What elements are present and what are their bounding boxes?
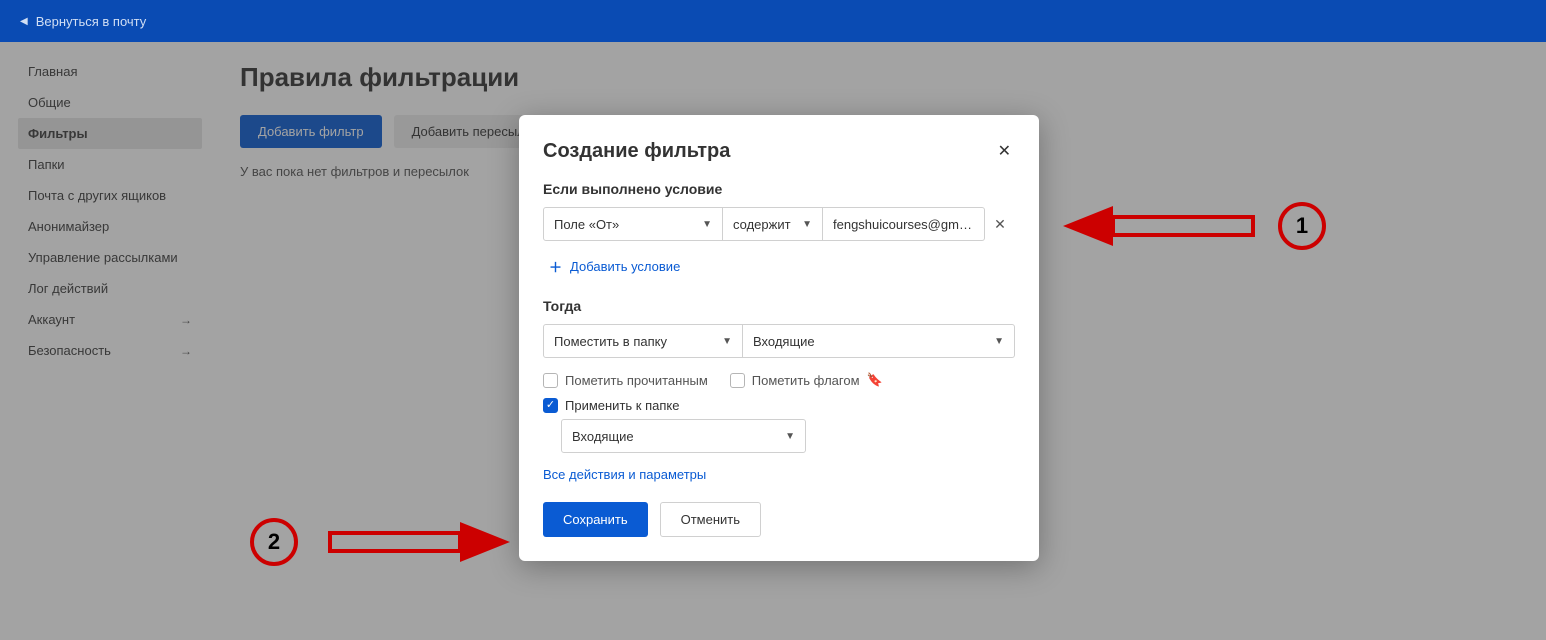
- condition-row: Поле «От»▼ содержит▼ fengshuicourses@gma…: [543, 207, 1015, 241]
- cancel-button[interactable]: Отменить: [660, 502, 761, 537]
- checkbox-checked-icon: ✓: [543, 398, 558, 413]
- chevron-down-icon: ▼: [785, 431, 795, 442]
- chevron-down-icon: ▼: [802, 219, 812, 230]
- checkbox-icon: [543, 373, 558, 388]
- chevron-down-icon: ▼: [722, 336, 732, 347]
- then-action-select[interactable]: Поместить в папку▼: [543, 324, 743, 358]
- all-actions-link[interactable]: Все действия и параметры: [543, 467, 706, 482]
- apply-folder-select[interactable]: Входящие▼: [561, 419, 806, 453]
- checkbox-icon: [730, 373, 745, 388]
- remove-condition-icon[interactable]: ✕: [985, 216, 1015, 233]
- condition-field-select[interactable]: Поле «От»▼: [543, 207, 723, 241]
- chevron-left-icon: ◀: [20, 16, 28, 27]
- add-condition-button[interactable]: ＋ Добавить условие: [543, 253, 686, 280]
- then-folder-select[interactable]: Входящие▼: [743, 324, 1015, 358]
- flag-checkbox[interactable]: Пометить флагом 🔖: [730, 372, 883, 388]
- back-to-mail-link[interactable]: ◀ Вернуться в почту: [20, 14, 146, 29]
- chevron-down-icon: ▼: [994, 336, 1004, 347]
- back-label: Вернуться в почту: [36, 14, 147, 29]
- save-button[interactable]: Сохранить: [543, 502, 648, 537]
- flag-icon: 🔖: [867, 372, 883, 388]
- apply-to-folder-checkbox[interactable]: ✓ Применить к папке: [543, 398, 1015, 413]
- close-icon[interactable]: ✕: [994, 137, 1015, 165]
- create-filter-modal: Создание фильтра ✕ Если выполнено услови…: [519, 115, 1039, 561]
- condition-value-input[interactable]: fengshuicourses@gmail.com: [823, 207, 985, 241]
- condition-section-label: Если выполнено условие: [543, 181, 1015, 197]
- mark-read-checkbox[interactable]: Пометить прочитанным: [543, 373, 708, 388]
- top-bar: ◀ Вернуться в почту: [0, 0, 1546, 42]
- then-section-label: Тогда: [543, 298, 1015, 314]
- then-row: Поместить в папку▼ Входящие▼: [543, 324, 1015, 358]
- condition-operator-select[interactable]: содержит▼: [723, 207, 823, 241]
- chevron-down-icon: ▼: [702, 219, 712, 230]
- plus-icon: ＋: [549, 257, 562, 276]
- modal-title: Создание фильтра: [543, 140, 730, 163]
